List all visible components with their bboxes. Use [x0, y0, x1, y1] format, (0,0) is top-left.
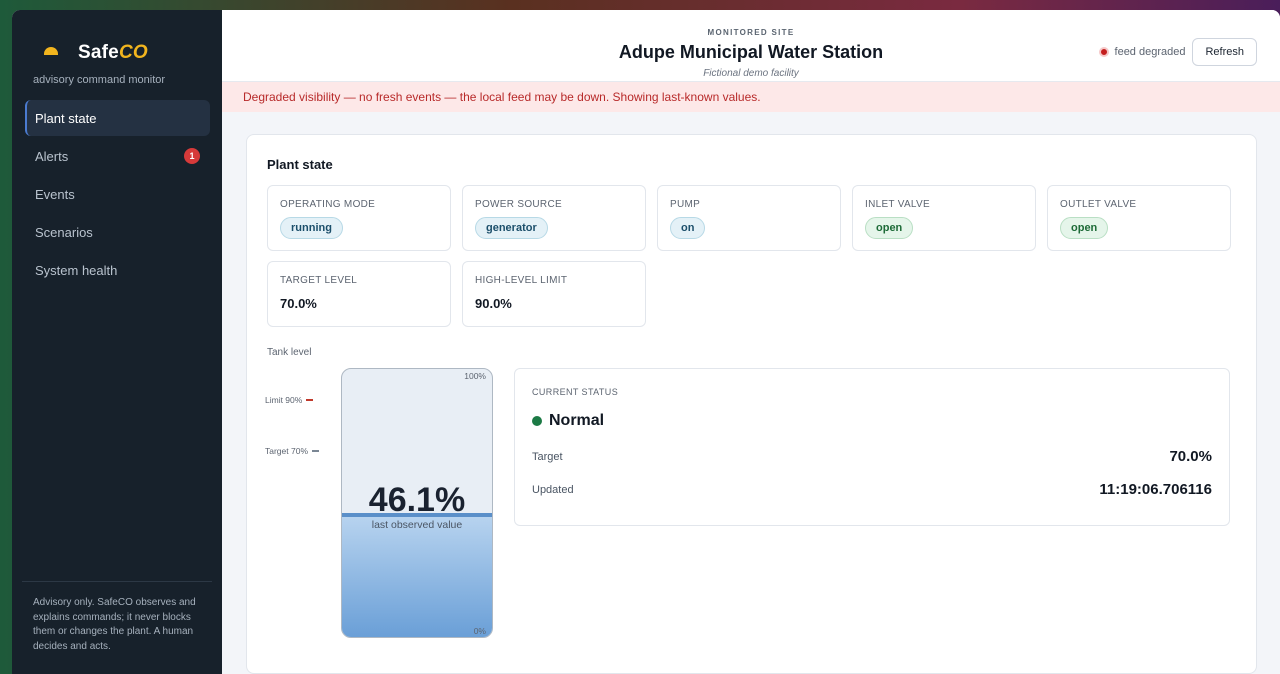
- limit-tick-icon: [306, 399, 314, 402]
- tile-high-level-limit: HIGH-LEVEL LIMIT 90.0%: [462, 261, 646, 327]
- alert-count-badge: 1: [184, 148, 200, 164]
- page-header: MONITORED SITE Adupe Municipal Water Sta…: [222, 10, 1280, 83]
- tile-label: PUMP: [670, 199, 701, 210]
- target-tick-icon: [312, 450, 319, 453]
- tile-label: OUTLET VALVE: [1060, 199, 1137, 210]
- sidebar-item-label: Plant state: [35, 110, 97, 126]
- tile-operating-mode: OPERATING MODE running: [267, 185, 451, 251]
- main-area: MONITORED SITE Adupe Municipal Water Sta…: [222, 10, 1280, 674]
- tank-level-caption: last observed value: [371, 519, 463, 531]
- sidebar-item-events[interactable]: Events: [25, 176, 210, 212]
- tile-label: INLET VALVE: [865, 199, 930, 210]
- status-target-value: 70.0%: [1169, 448, 1212, 465]
- current-status-card: CURRENT STATUS Normal Target 70.0% Updat…: [514, 368, 1230, 526]
- tile-power-source: POWER SOURCE generator: [462, 185, 646, 251]
- tank-area: Limit 90% Target 70% 100% 0% 46.1% last …: [265, 368, 1235, 648]
- status-pill: on: [670, 217, 706, 239]
- refresh-button[interactable]: Refresh: [1192, 38, 1257, 66]
- tile-label: OPERATING MODE: [280, 199, 376, 210]
- sidebar-item-label: System health: [35, 262, 118, 278]
- sidebar-item-alerts[interactable]: Alerts 1: [25, 138, 210, 174]
- tile-label: TARGET LEVEL: [280, 275, 358, 286]
- tile-value: 90.0%: [475, 296, 512, 311]
- feed-controls: feed degraded Refresh: [1098, 38, 1257, 66]
- tank-min-label: 0%: [473, 626, 486, 636]
- tile-outlet-valve: OUTLET VALVE open: [1047, 185, 1231, 251]
- tank-level-value: 46.1%: [368, 481, 466, 519]
- target-marker: Target 70%: [265, 446, 319, 456]
- target-marker-label: Target 70%: [265, 446, 308, 457]
- sidebar-item-label: Events: [35, 186, 75, 202]
- status-pill: running: [280, 217, 343, 239]
- feed-status-dot-icon: [1098, 47, 1109, 57]
- sidebar-item-scenarios[interactable]: Scenarios: [25, 214, 210, 250]
- status-target-key: Target: [532, 450, 563, 463]
- status-pill: generator: [475, 217, 548, 239]
- content: Plant state OPERATING MODE running POWER…: [222, 112, 1280, 674]
- degraded-banner: Degraded visibility — no fresh events — …: [222, 82, 1280, 112]
- tile-label: POWER SOURCE: [475, 199, 562, 210]
- status-dot-icon: [532, 416, 542, 426]
- sidebar-item-label: Alerts: [35, 148, 69, 164]
- tile-value: 70.0%: [280, 296, 317, 311]
- brand: SafeCO: [12, 10, 222, 64]
- feed-status-text: feed degraded: [1114, 46, 1186, 58]
- sidebar-item-plant-state[interactable]: Plant state: [25, 100, 210, 136]
- hardhat-icon: [44, 47, 58, 55]
- advisory-note: Advisory only. SafeCO observes and expla…: [22, 581, 212, 654]
- tank-gauge: 100% 0% 46.1% last observed value: [341, 368, 493, 638]
- tile-pump: PUMP on: [657, 185, 841, 251]
- plant-state-card: Plant state OPERATING MODE running POWER…: [246, 134, 1257, 674]
- limit-marker: Limit 90%: [265, 395, 314, 406]
- limit-marker-label: Limit 90%: [265, 395, 303, 406]
- site-kicker: MONITORED SITE: [707, 28, 795, 37]
- tank-max-label: 100%: [464, 371, 486, 381]
- status-updated-row: Updated 11:19:06.706116: [532, 481, 1212, 498]
- tile-label: HIGH-LEVEL LIMIT: [475, 275, 568, 286]
- brand-name: SafeCO: [78, 42, 148, 63]
- status-pill: open: [865, 217, 914, 239]
- tank-level-label: Tank level: [267, 347, 312, 358]
- sidebar-item-system-health[interactable]: System health: [25, 252, 210, 288]
- tile-inlet-valve: INLET VALVE open: [852, 185, 1036, 251]
- tank-fill: [342, 512, 492, 637]
- status-label: CURRENT STATUS: [532, 387, 619, 397]
- brand-subtitle: advisory command monitor: [33, 74, 166, 86]
- status-updated-value: 11:19:06.706116: [1099, 481, 1212, 498]
- status-value: Normal: [549, 412, 605, 429]
- status-target-row: Target 70.0%: [532, 448, 1212, 465]
- sidebar: SafeCO advisory command monitor Plant st…: [12, 10, 222, 674]
- card-title: Plant state: [267, 157, 333, 172]
- state-tiles: OPERATING MODE running POWER SOURCE gene…: [267, 185, 1235, 327]
- status-row: Normal: [532, 412, 1212, 430]
- app-window: SafeCO advisory command monitor Plant st…: [12, 10, 1280, 674]
- site-subtitle: Fictional demo facility: [703, 68, 799, 79]
- sidebar-nav: Plant state Alerts 1 Events Scenarios Sy…: [12, 100, 222, 288]
- status-pill: open: [1060, 217, 1109, 239]
- status-updated-key: Updated: [532, 483, 574, 496]
- sidebar-item-label: Scenarios: [35, 224, 93, 240]
- tile-target-level: TARGET LEVEL 70.0%: [267, 261, 451, 327]
